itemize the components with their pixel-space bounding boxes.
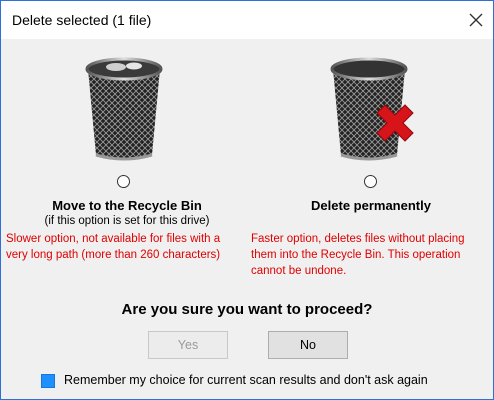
permanent-delete-icon bbox=[321, 55, 417, 167]
delete-dialog: Delete selected (1 file) Move to the Rec… bbox=[0, 0, 494, 400]
remember-choice-checkbox[interactable] bbox=[41, 374, 55, 388]
title-bar: Delete selected (1 file) bbox=[1, 1, 493, 39]
remember-choice-label: Remember my choice for current scan resu… bbox=[64, 373, 428, 387]
close-button[interactable] bbox=[465, 9, 487, 31]
recycle-bin-radio[interactable] bbox=[117, 175, 130, 188]
recycle-option-subtitle: (if this option is set for this drive) bbox=[44, 215, 210, 227]
close-icon bbox=[469, 13, 483, 27]
recycle-note-line: Slower option, not available for files w… bbox=[6, 233, 221, 245]
delete-permanently-radio[interactable] bbox=[364, 175, 377, 188]
yes-button[interactable]: Yes bbox=[148, 331, 228, 359]
dialog-title: Delete selected (1 file) bbox=[12, 12, 152, 28]
permanent-note-line: Faster option, deletes files without pla… bbox=[251, 233, 465, 245]
recycle-bin-icon bbox=[76, 55, 172, 167]
permanent-option-note: Faster option, deletes files without pla… bbox=[251, 231, 491, 279]
permanent-note-line: cannot be undone. bbox=[251, 265, 347, 277]
recycle-option-title: Move to the Recycle Bin bbox=[52, 198, 202, 213]
dialog-content: Move to the Recycle Bin (if this option … bbox=[1, 39, 493, 399]
confirm-question: Are you sure you want to proceed? bbox=[121, 301, 373, 318]
recycle-option-note: Slower option, not available for files w… bbox=[6, 231, 241, 263]
no-button[interactable]: No bbox=[268, 331, 348, 359]
recycle-note-line: very long path (more than 260 characters… bbox=[6, 249, 221, 261]
permanent-option-title: Delete permanently bbox=[311, 198, 431, 213]
permanent-note-line: them into the Recycle Bin. This operatio… bbox=[251, 249, 461, 261]
